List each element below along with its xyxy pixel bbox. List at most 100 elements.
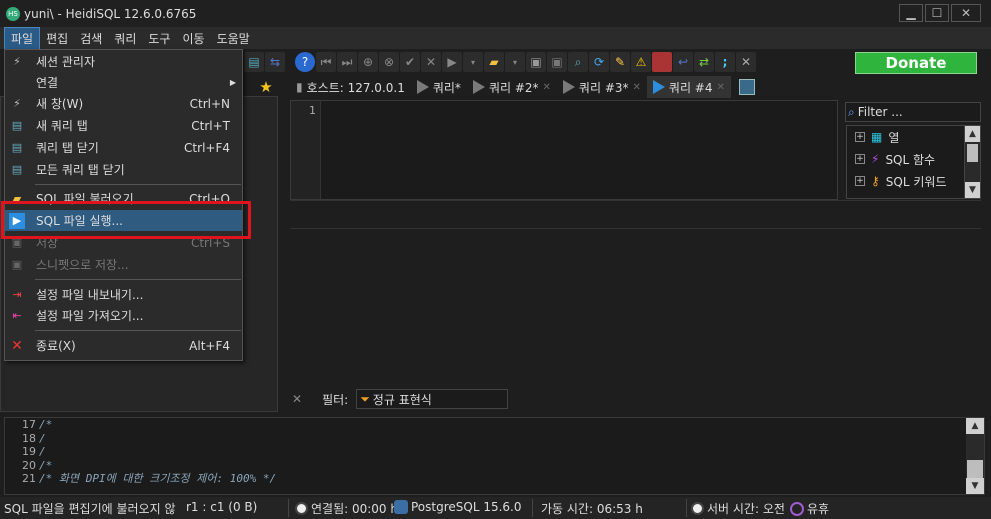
transfer-icon[interactable]: ⇆: [265, 52, 285, 72]
log-line-number: 20: [22, 458, 36, 472]
find-icon[interactable]: ⌕: [568, 52, 588, 72]
helper-sql-functions[interactable]: + ⚡ SQL 함수: [847, 148, 980, 170]
expand-icon[interactable]: +: [855, 154, 865, 164]
log-line-number: 17: [22, 418, 36, 431]
menu-close-all-tabs[interactable]: ▤ 모든 쿼리 탭 닫기: [5, 159, 242, 180]
helper-label: SQL 함수: [885, 152, 936, 167]
menu-new-query-tab[interactable]: ▤ 새 쿼리 탭 Ctrl+T: [5, 115, 242, 136]
tab-query-4[interactable]: 쿼리 #4 ✕: [646, 76, 731, 98]
import-icon: ⇤: [12, 309, 22, 322]
sql-editor[interactable]: 1: [290, 100, 838, 200]
tab-label: 쿼리*: [432, 80, 461, 95]
menu-new-window[interactable]: ⚡ 새 창(W) Ctrl+N: [5, 93, 242, 114]
last-record-icon[interactable]: ⏭: [337, 52, 357, 72]
scroll-thumb[interactable]: [967, 144, 978, 162]
menu-query[interactable]: 쿼리: [108, 28, 142, 49]
new-query-tab-icon[interactable]: [738, 79, 755, 95]
log-line: /: [39, 431, 46, 445]
lightning-icon: ⚡: [871, 152, 880, 166]
menu-separator: [35, 330, 241, 331]
confirm-icon[interactable]: ✔: [400, 52, 420, 72]
clear-icon[interactable]: ✕: [736, 52, 756, 72]
beautify-icon[interactable]: ✎: [610, 52, 630, 72]
menu-file[interactable]: 파일: [4, 26, 41, 50]
tab-close-icon[interactable]: ✕: [543, 82, 551, 93]
line-number: 1: [309, 104, 316, 117]
idle-status: 유휴: [790, 500, 829, 517]
donate-button[interactable]: Donate: [855, 52, 977, 74]
run-icon[interactable]: ▶: [442, 52, 462, 72]
server-icon: ▮: [296, 80, 303, 94]
filter-label: 필터:: [322, 392, 349, 407]
grid-icon: ▦: [871, 130, 883, 144]
tab-host[interactable]: ▮ 호스트: 127.0.0.1: [290, 76, 411, 98]
status-divider: [686, 499, 687, 517]
delete-record-icon[interactable]: ⊗: [379, 52, 399, 72]
expand-icon[interactable]: +: [855, 132, 865, 142]
open-dropdown-icon[interactable]: ▾: [505, 52, 525, 72]
stop-icon[interactable]: ■: [652, 52, 672, 72]
warning-icon[interactable]: ⚠: [631, 52, 651, 72]
menu-export-settings[interactable]: ⇥ 설정 파일 내보내기...: [5, 284, 242, 305]
tab-close-icon[interactable]: ✕: [633, 82, 641, 93]
sync-icon[interactable]: ⇄: [694, 52, 714, 72]
close-button[interactable]: ✕: [951, 4, 981, 22]
status-message: SQL 파일을 편집기에 불러오지 않: [4, 502, 176, 516]
log-line-number: 18: [22, 431, 36, 445]
wrap-icon[interactable]: ↩: [673, 52, 693, 72]
menu-exit[interactable]: ✕ 종료(X) Alt+F4: [5, 335, 242, 356]
tab-query-1[interactable]: 쿼리*: [411, 76, 467, 98]
regex-icon[interactable]: ⏷: [360, 392, 370, 407]
tab-query-2[interactable]: 쿼리 #2* ✕: [467, 76, 557, 98]
clear-filter-icon[interactable]: ✕: [292, 392, 302, 406]
add-record-icon[interactable]: ⊕: [358, 52, 378, 72]
save-disabled-icon[interactable]: ▣: [547, 52, 567, 72]
semicolon-icon[interactable]: ;: [715, 52, 735, 72]
menu-save-snippet[interactable]: ▣ 스니펫으로 저장...: [5, 254, 242, 275]
menu-session-manager[interactable]: ⚡ 세션 관리자: [5, 51, 242, 72]
menu-import-settings[interactable]: ⇤ 설정 파일 가져오기...: [5, 305, 242, 326]
open-folder-icon[interactable]: ▰: [484, 52, 504, 72]
save-icon[interactable]: ▣: [526, 52, 546, 72]
document-icon[interactable]: ▤: [244, 52, 264, 72]
expand-icon[interactable]: +: [855, 176, 865, 186]
key-icon: ⚷: [871, 174, 880, 188]
tab-close-icon[interactable]: ✕: [717, 82, 725, 93]
maximize-button[interactable]: ☐: [925, 4, 949, 22]
new-tab-icon: ▤: [11, 119, 23, 132]
log-line-number: 19: [22, 445, 36, 458]
menu-close-query-tab[interactable]: ▤ 쿼리 탭 닫기 Ctrl+F4: [5, 137, 242, 158]
divider: [290, 228, 981, 229]
idle-circle-icon: [790, 501, 804, 516]
helper-filter-input[interactable]: ⌕ Filter ...: [845, 102, 981, 122]
helpers-scrollbar[interactable]: ▲ ▼: [964, 126, 980, 198]
replace-icon[interactable]: ⟳: [589, 52, 609, 72]
query-play-icon: [472, 80, 485, 94]
run-dropdown-icon[interactable]: ▾: [463, 52, 483, 72]
filter-input[interactable]: ⏷ 정규 표현식: [356, 389, 509, 409]
scroll-up-icon[interactable]: ▲: [965, 126, 980, 142]
menu-tools[interactable]: 도구: [142, 28, 176, 49]
scroll-up-icon[interactable]: ▲: [966, 418, 984, 434]
menu-search[interactable]: 검색: [74, 28, 108, 49]
connection-time: 연결됨: 00:00 h: [311, 502, 398, 516]
first-record-icon[interactable]: ⏮: [316, 52, 336, 72]
scroll-down-icon[interactable]: ▼: [966, 478, 984, 494]
helper-sql-keywords[interactable]: + ⚷ SQL 키워드: [847, 170, 980, 192]
scroll-down-icon[interactable]: ▼: [965, 182, 980, 198]
menu-edit[interactable]: 편집: [40, 28, 74, 49]
star-icon[interactable]: ★: [256, 77, 276, 97]
cancel-icon[interactable]: ✕: [421, 52, 441, 72]
tab-query-3[interactable]: 쿼리 #3* ✕: [557, 76, 647, 98]
help-icon[interactable]: ?: [295, 52, 315, 72]
menu-connect[interactable]: 연결 ▶: [5, 72, 242, 93]
sql-log[interactable]: 17 18 19 20 21 /* / / /* /* 화면 DPI에 대한 크…: [4, 417, 985, 495]
log-scrollbar[interactable]: ▲ ▼: [966, 418, 984, 494]
submenu-arrow-icon: ▶: [229, 78, 236, 87]
menu-go[interactable]: 이동: [176, 28, 210, 49]
scroll-thumb[interactable]: [967, 460, 983, 478]
helper-columns[interactable]: + ▦ 열: [847, 126, 980, 148]
minimize-button[interactable]: ▁: [899, 4, 923, 22]
query-play-icon: [652, 80, 665, 94]
menu-help[interactable]: 도움말: [211, 28, 256, 49]
